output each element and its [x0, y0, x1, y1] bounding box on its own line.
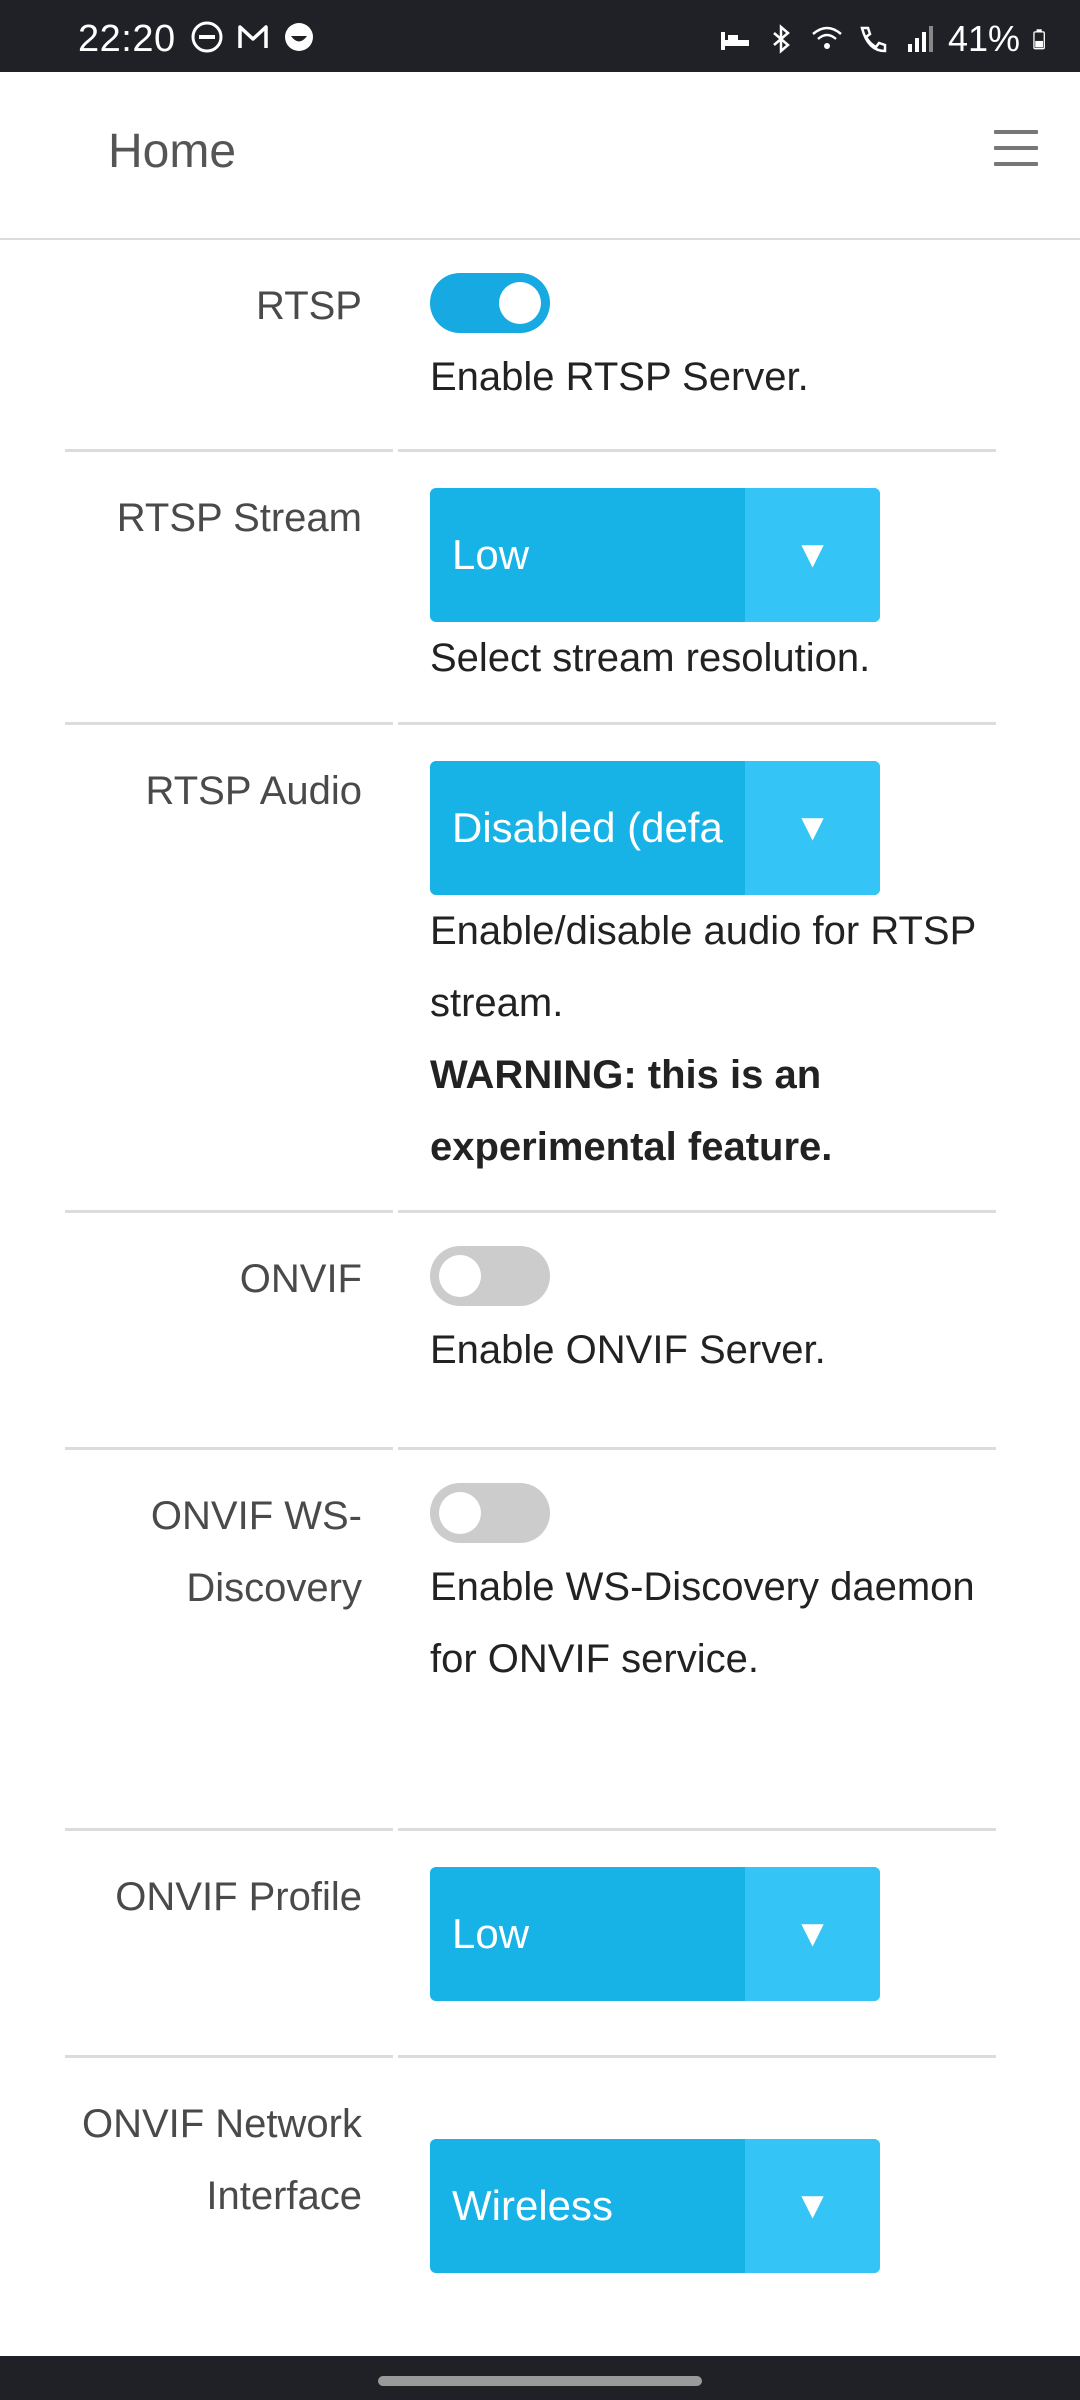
setting-label: RTSP Stream — [116, 496, 362, 540]
home-gesture-handle[interactable] — [378, 2376, 702, 2386]
setting-description: Enable/disable audio for RTSP stream. — [430, 909, 976, 1025]
setting-row-rtsp: RTSP Enable RTSP Server. — [0, 240, 1080, 452]
select-value: Wireless — [452, 2182, 614, 2229]
setting-label: ONVIF Network Interface — [81, 2102, 362, 2218]
onvif-toggle[interactable] — [430, 1246, 550, 1306]
select-value: Low — [452, 531, 530, 578]
status-right-icons: 41% — [718, 18, 1054, 60]
setting-description: Enable WS-Discovery daemon for ONVIF ser… — [430, 1565, 975, 1681]
hamburger-menu-icon[interactable] — [994, 130, 1038, 170]
onvif-profile-select[interactable]: Low ▼ — [430, 1867, 880, 2001]
onvif-network-interface-select[interactable]: Wireless ▼ — [430, 2139, 880, 2273]
battery-percent: 41% — [947, 18, 1020, 59]
setting-label: ONVIF Profile — [115, 1875, 362, 1919]
setting-label: RTSP — [256, 284, 362, 328]
dropdown-arrow-icon: ▼ — [745, 1867, 880, 2001]
setting-label: ONVIF — [239, 1257, 362, 1301]
status-bar: 22:20 41% — [0, 0, 1080, 72]
setting-description: Enable RTSP Server. — [430, 355, 809, 399]
gmail-icon — [238, 25, 268, 48]
select-value: Low — [452, 1910, 530, 1957]
dropdown-arrow-icon: ▼ — [745, 2139, 880, 2273]
rtsp-toggle[interactable] — [430, 273, 550, 333]
warning-text: WARNING: this is an experimental feature… — [430, 1053, 833, 1169]
setting-row-onvif: ONVIF Enable ONVIF Server. — [0, 1213, 1080, 1450]
select-value: Disabled (defa — [452, 804, 723, 851]
dropdown-arrow-icon: ▼ — [745, 488, 880, 622]
onvif-ws-discovery-toggle[interactable] — [430, 1483, 550, 1543]
bed-icon — [720, 32, 749, 50]
app-header: Home — [0, 72, 1080, 240]
setting-label: RTSP Audio — [145, 769, 362, 813]
do-not-disturb-icon — [191, 21, 223, 53]
setting-row-rtsp-audio: RTSP Audio Disabled (defa ▼ Enable/disab… — [0, 725, 1080, 1213]
signal-icon — [907, 26, 933, 52]
status-time: 22:20 — [78, 18, 176, 60]
system-nav-bar — [0, 2356, 1080, 2400]
rtsp-audio-select[interactable]: Disabled (defa ▼ — [430, 761, 880, 895]
wifi-icon — [812, 26, 842, 49]
setting-row-onvif-ws-discovery: ONVIF WS-Discovery Enable WS-Discovery d… — [0, 1450, 1080, 1831]
setting-row-rtsp-stream: RTSP Stream Low ▼ Select stream resoluti… — [0, 452, 1080, 725]
bluetooth-icon — [773, 24, 790, 54]
setting-label: ONVIF WS-Discovery — [150, 1494, 362, 1610]
battery-icon — [1033, 29, 1045, 50]
status-left-icons — [190, 20, 316, 54]
setting-description: Enable ONVIF Server. — [430, 1328, 826, 1372]
setting-description: Select stream resolution. — [430, 636, 871, 680]
rtsp-stream-select[interactable]: Low ▼ — [430, 488, 880, 622]
wifi-call-icon — [860, 26, 887, 53]
emoji-icon — [285, 23, 313, 51]
page-title: Home — [108, 125, 237, 178]
setting-row-onvif-profile: ONVIF Profile Low ▼ — [0, 1831, 1080, 2058]
setting-row-onvif-network-interface: ONVIF Network Interface Wireless ▼ — [0, 2058, 1080, 2348]
dropdown-arrow-icon: ▼ — [745, 761, 880, 895]
